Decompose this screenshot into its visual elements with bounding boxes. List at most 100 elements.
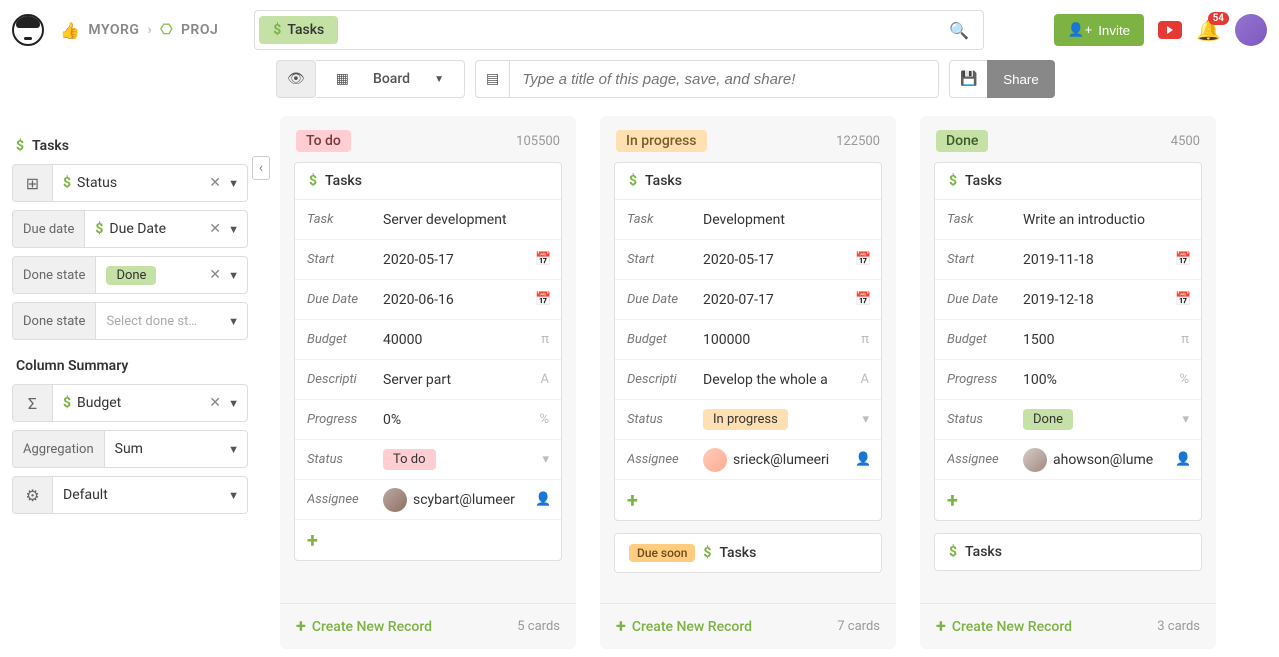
- field-value[interactable]: 0%: [383, 412, 535, 428]
- field-value[interactable]: 100%: [1023, 372, 1175, 388]
- field-value[interactable]: 2020-05-17: [703, 252, 855, 268]
- card-field-row[interactable]: Assigneesrieck@lumeeri👤: [615, 440, 881, 480]
- user-avatar[interactable]: [1235, 14, 1267, 46]
- task-card-collapsed[interactable]: $Tasks: [934, 533, 1202, 571]
- search-bar[interactable]: $ Tasks 🔍: [254, 10, 984, 50]
- card-field-row[interactable]: DescriptiServer partA: [295, 360, 561, 400]
- gear-icon: ⚙: [13, 477, 53, 513]
- task-card-collapsed[interactable]: Due soon$Tasks: [614, 533, 882, 573]
- chevron-down-icon[interactable]: ▼: [228, 223, 239, 236]
- create-record-button[interactable]: +Create New Record: [936, 616, 1072, 637]
- field-value[interactable]: srieck@lumeeri: [703, 448, 855, 472]
- share-button[interactable]: Share: [987, 60, 1055, 98]
- filter-label: Budget: [77, 395, 121, 411]
- aggregation-selector[interactable]: Aggregation Sum ▼: [12, 430, 248, 468]
- field-value[interactable]: ahowson@lume: [1023, 448, 1175, 472]
- field-value[interactable]: 2020-06-16: [383, 292, 535, 308]
- card-field-row[interactable]: Due Date2019-12-18📅: [935, 280, 1201, 320]
- card-field-row[interactable]: StatusDone▾: [935, 400, 1201, 440]
- field-label: Task: [947, 212, 1023, 227]
- chevron-down-icon[interactable]: ▼: [228, 397, 239, 410]
- clear-icon[interactable]: ✕: [209, 395, 221, 411]
- field-value[interactable]: To do: [383, 449, 535, 470]
- add-field-button[interactable]: +: [615, 480, 881, 520]
- breadcrumb-org[interactable]: MYORG: [88, 22, 139, 38]
- field-value[interactable]: Development: [703, 212, 855, 228]
- card-field-row[interactable]: Start2020-05-17📅: [295, 240, 561, 280]
- add-field-button[interactable]: +: [935, 480, 1201, 520]
- search-icon[interactable]: 🔍: [949, 21, 969, 40]
- field-value[interactable]: Write an introductio: [1023, 212, 1175, 228]
- field-value[interactable]: Server part: [383, 372, 535, 388]
- chevron-down-icon[interactable]: ▼: [228, 489, 239, 502]
- field-value[interactable]: 100000: [703, 332, 855, 348]
- summary-field-selector[interactable]: Σ $ Budget ✕ ▼: [12, 384, 248, 422]
- card-field-row[interactable]: Assigneescybart@lumeer👤: [295, 480, 561, 520]
- task-card[interactable]: $TasksTaskWrite an introductioStart2019-…: [934, 162, 1202, 521]
- chevron-down-icon[interactable]: ▼: [228, 443, 239, 456]
- group-by-selector[interactable]: ⊞ $ Status ✕ ▼: [12, 164, 248, 202]
- search-chip[interactable]: $ Tasks: [259, 16, 338, 44]
- column-title[interactable]: Done: [936, 130, 988, 152]
- field-icon: $: [63, 175, 71, 191]
- card-field-row[interactable]: Due Date2020-07-17📅: [615, 280, 881, 320]
- card-field-row[interactable]: Assigneeahowson@lume👤: [935, 440, 1201, 480]
- card-field-row[interactable]: Start2020-05-17📅: [615, 240, 881, 280]
- card-field-row[interactable]: TaskWrite an introductio: [935, 200, 1201, 240]
- card-head-label: Tasks: [645, 173, 682, 189]
- youtube-icon[interactable]: [1158, 21, 1182, 39]
- breadcrumb-proj[interactable]: PROJ: [181, 22, 218, 38]
- field-value[interactable]: 2020-07-17: [703, 292, 855, 308]
- card-field-row[interactable]: StatusIn progress▾: [615, 400, 881, 440]
- field-value[interactable]: 2020-05-17: [383, 252, 535, 268]
- plus-icon: +: [936, 616, 946, 637]
- card-field-row[interactable]: Budget100000π: [615, 320, 881, 360]
- field-value[interactable]: Server development: [383, 212, 535, 228]
- collapse-sidebar-button[interactable]: ‹: [252, 156, 270, 180]
- field-value[interactable]: 2019-12-18: [1023, 292, 1175, 308]
- field-value[interactable]: Done: [1023, 409, 1175, 430]
- done-state-selector-2[interactable]: Done state Select done st… ▼: [12, 302, 248, 340]
- card-field-row[interactable]: TaskServer development: [295, 200, 561, 240]
- card-field-row[interactable]: StatusTo do▾: [295, 440, 561, 480]
- create-record-button[interactable]: +Create New Record: [616, 616, 752, 637]
- clear-icon[interactable]: ✕: [209, 175, 221, 191]
- card-field-row[interactable]: Budget1500π: [935, 320, 1201, 360]
- card-field-row[interactable]: Due Date2020-06-16📅: [295, 280, 561, 320]
- field-value[interactable]: 1500: [1023, 332, 1175, 348]
- card-field-row[interactable]: Progress100%%: [935, 360, 1201, 400]
- chevron-down-icon[interactable]: ▼: [228, 269, 239, 282]
- field-value[interactable]: 2019-11-18: [1023, 252, 1175, 268]
- invite-button[interactable]: 👤+ Invite: [1054, 14, 1144, 46]
- view-selector[interactable]: ▦ Board ▼: [316, 60, 465, 98]
- due-date-selector[interactable]: Due date $ Due Date ✕ ▼: [12, 210, 248, 248]
- chevron-down-icon[interactable]: ▼: [228, 315, 239, 328]
- field-value[interactable]: In progress: [703, 409, 855, 430]
- field-value[interactable]: 40000: [383, 332, 535, 348]
- default-selector[interactable]: ⚙ Default ▼: [12, 476, 248, 514]
- card-field-row[interactable]: TaskDevelopment: [615, 200, 881, 240]
- chevron-down-icon[interactable]: ▼: [228, 177, 239, 190]
- column-title[interactable]: In progress: [616, 130, 707, 152]
- clear-icon[interactable]: ✕: [209, 221, 221, 237]
- card-field-row[interactable]: Progress0%%: [295, 400, 561, 440]
- column-title[interactable]: To do: [296, 130, 351, 152]
- clear-icon[interactable]: ✕: [209, 267, 221, 283]
- task-card[interactable]: $TasksTaskServer developmentStart2020-05…: [294, 162, 562, 561]
- card-field-row[interactable]: Budget40000π: [295, 320, 561, 360]
- field-value[interactable]: scybart@lumeer: [383, 488, 535, 512]
- task-card[interactable]: $TasksTaskDevelopmentStart2020-05-17📅Due…: [614, 162, 882, 521]
- card-field-row[interactable]: DescriptiDevelop the whole aA: [615, 360, 881, 400]
- card-field-row[interactable]: Start2019-11-18📅: [935, 240, 1201, 280]
- field-value[interactable]: Develop the whole a: [703, 372, 855, 388]
- app-logo[interactable]: [12, 14, 44, 46]
- page-title-input[interactable]: [509, 60, 939, 98]
- page-icon-button[interactable]: ▤: [475, 60, 509, 98]
- create-record-button[interactable]: +Create New Record: [296, 616, 432, 637]
- done-state-selector[interactable]: Done state Done ✕ ▼: [12, 256, 248, 294]
- notifications-button[interactable]: 🔔 54: [1196, 18, 1221, 42]
- add-field-button[interactable]: +: [295, 520, 561, 560]
- search-chip-label: Tasks: [287, 22, 324, 38]
- preview-button[interactable]: 👁: [276, 60, 316, 98]
- save-button[interactable]: 💾: [949, 60, 987, 98]
